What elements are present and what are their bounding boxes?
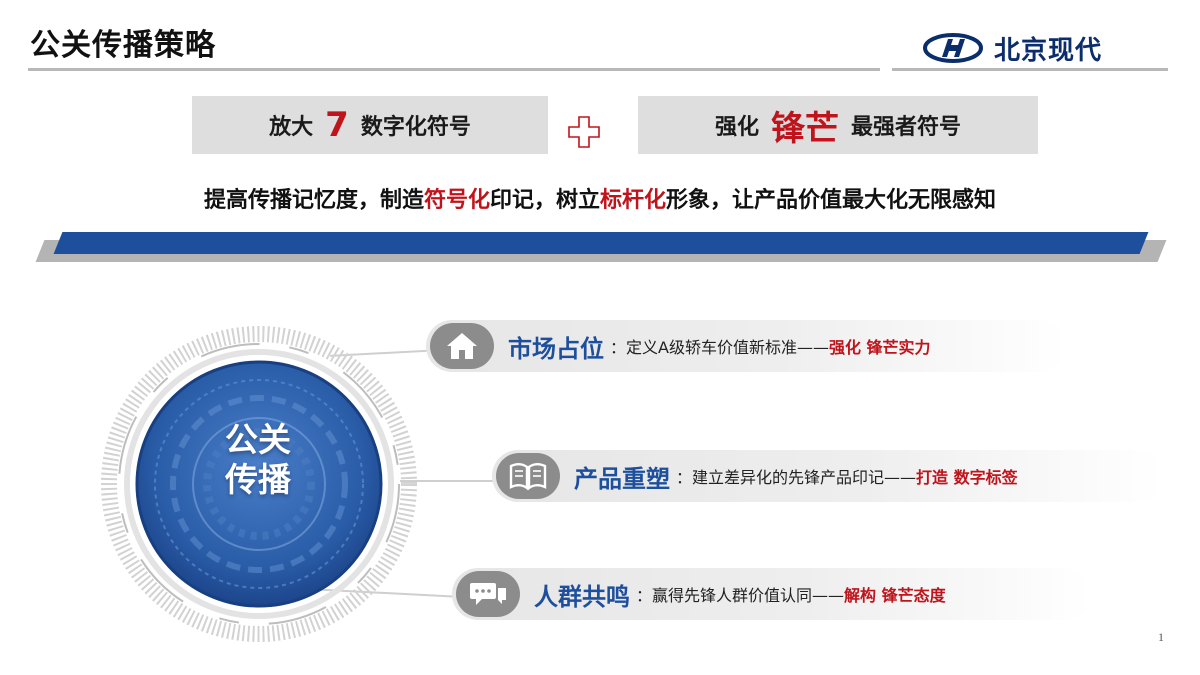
page-number: 1 — [1158, 630, 1164, 644]
center-label-line2: 传播 — [225, 460, 291, 499]
item-highlight: 解构 锋芒态度 — [844, 586, 946, 605]
pill-left-suffix: 数字化符号 — [360, 115, 471, 140]
item-description: ：赢得先锋人群价值认同—— — [636, 586, 845, 605]
slogan-em2: 标杆化 — [600, 188, 667, 213]
logo-text: 北京现代 — [994, 35, 1103, 66]
item-highlight: 强化 锋芒实力 — [828, 338, 931, 357]
house-icon — [430, 323, 494, 369]
slogan: 提高传播记忆度，制造符号化印记，树立标杆化形象，让产品价值最大化无限感知 — [0, 182, 1200, 214]
title-underline — [28, 68, 880, 71]
brand-logo: 北京现代 — [922, 28, 1102, 68]
logo-underline — [892, 68, 1168, 71]
book-icon — [496, 453, 560, 499]
strategy-item-market: 市场占位 ：定义A级轿车价值新标准—— 强化 锋芒实力 — [426, 320, 1066, 372]
center-label: 公关 传播 — [196, 420, 320, 500]
page-title: 公关传播策略 — [30, 28, 216, 63]
pill-amplify: 放大 7 数字化符号 — [192, 96, 548, 154]
strategy-item-product: 产品重塑 ：建立差异化的先锋产品印记—— 打造 数字标签 — [492, 450, 1162, 502]
pill-strengthen: 强化 锋芒 最强者符号 — [638, 96, 1038, 154]
pill-right-suffix: 最强者符号 — [851, 115, 962, 140]
strategy-item-audience: 人群共鸣 ：赢得先锋人群价值认同—— 解构 锋芒态度 — [452, 568, 1092, 620]
center-label-line1: 公关 — [225, 420, 291, 459]
item-description: ：建立差异化的先锋产品印记—— — [676, 468, 917, 487]
item-heading: 市场占位 — [508, 334, 604, 363]
hyundai-logo-icon — [923, 33, 983, 63]
pill-right-highlight: 锋芒 — [771, 108, 839, 149]
item-highlight: 打造 数字标签 — [916, 468, 1018, 487]
slogan-em1: 符号化 — [423, 188, 490, 213]
slogan-part2: 印记，树立 — [489, 188, 600, 213]
item-heading: 产品重塑 — [574, 464, 670, 493]
divider-band — [53, 232, 1149, 254]
slogan-part3: 形象，让产品价值最大化无限感知 — [666, 188, 997, 213]
pill-left-prefix: 放大 — [269, 115, 314, 140]
pill-left-highlight: 7 — [325, 105, 349, 145]
plus-icon — [568, 116, 600, 148]
item-heading: 人群共鸣 — [534, 582, 630, 611]
pill-right-prefix: 强化 — [714, 115, 759, 140]
chat-icon — [456, 571, 520, 617]
slogan-part1: 提高传播记忆度，制造 — [203, 188, 424, 213]
item-description: ：定义A级轿车价值新标准—— — [610, 338, 829, 357]
